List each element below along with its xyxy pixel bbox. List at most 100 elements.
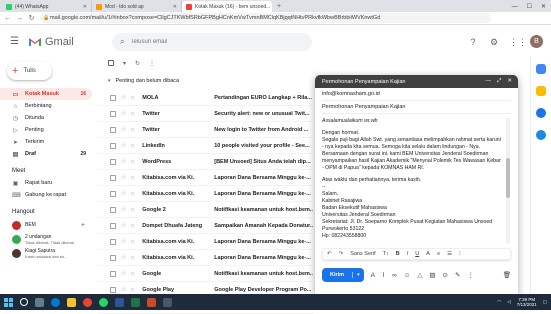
more-options-icon[interactable]: ⋮ (149, 60, 155, 67)
lock-icon[interactable]: ⊙ (443, 271, 448, 279)
maximize-icon[interactable]: ☐ (527, 3, 532, 10)
drive-icon[interactable]: △ (417, 271, 422, 279)
important-marker-icon[interactable]: ▷ (131, 191, 135, 197)
main-menu-icon[interactable]: ☰ (10, 37, 20, 47)
subject-field[interactable]: Permohonan Penyampaian Kajian (322, 101, 511, 114)
underline-icon[interactable]: U (415, 251, 419, 257)
compose-header[interactable]: Permohonan Penyampaian Kajian — ⤢ ✕ (315, 75, 518, 88)
email-row[interactable]: ☆ ▷ Twitter Security alert: new or unusual … (98, 106, 313, 122)
bulleted-list-icon[interactable]: ⁝ (459, 251, 461, 257)
important-marker-icon[interactable]: ▷ (131, 287, 135, 293)
font-select[interactable]: Sans Serif (350, 251, 375, 257)
link-icon[interactable]: ∞ (392, 272, 397, 279)
close-tab-icon[interactable]: ✕ (83, 4, 87, 10)
address-bar[interactable]: 🔒 mail.google.com/mail/u/1/#inbox?compos… (40, 13, 491, 23)
numbered-list-icon[interactable]: ☰ (447, 251, 452, 257)
wifi-icon[interactable]: ◠ (497, 299, 501, 305)
powerpoint-icon[interactable] (147, 297, 156, 307)
meet-new-meeting[interactable]: ▣ Rapat baru (0, 177, 92, 189)
gmail-logo[interactable]: Gmail (28, 36, 74, 48)
file-explorer-icon[interactable] (67, 297, 76, 307)
message-body[interactable]: Assalamualaikum wr.wb Dengan hormat. Segal… (322, 118, 511, 246)
browser-tab-whatsapp[interactable]: (44) WhatsApp ✕ (2, 1, 92, 12)
chrome-icon[interactable] (83, 297, 92, 307)
back-icon[interactable]: ← (4, 15, 11, 22)
minimize-icon[interactable]: — (512, 4, 518, 10)
row-checkbox[interactable] (110, 222, 116, 229)
sidebar-item-inbox[interactable]: ▭ Kotak Masuk 16 (0, 88, 92, 100)
task-view-icon[interactable] (35, 297, 44, 307)
row-checkbox[interactable] (110, 238, 116, 245)
row-checkbox[interactable] (110, 206, 116, 213)
star-icon[interactable]: ☆ (121, 238, 126, 245)
star-icon[interactable]: ☆ (121, 158, 126, 165)
windows-start-icon[interactable] (4, 297, 13, 307)
store-icon[interactable] (163, 297, 172, 307)
close-tab-icon[interactable]: ✕ (173, 4, 177, 10)
calendar-icon[interactable] (536, 64, 546, 74)
email-row[interactable]: ☆ ▷ Google Notifikasi keamanan untuk host.b… (98, 266, 313, 282)
star-icon[interactable]: ☆ (121, 286, 126, 293)
search-icon[interactable]: ⌕ (120, 37, 124, 47)
bold-icon[interactable]: B (396, 251, 400, 257)
text-color-icon[interactable]: A (426, 251, 430, 257)
star-icon[interactable]: ☆ (121, 190, 126, 197)
row-checkbox[interactable] (110, 190, 116, 197)
reload-icon[interactable]: ↻ (28, 14, 35, 22)
keep-icon[interactable] (536, 86, 546, 96)
hangout-invites[interactable]: 2 undangan Tidak dikenal, Tidak dikenal (0, 232, 95, 246)
edge-icon[interactable] (51, 297, 60, 307)
sidebar-item-important[interactable]: ▷ Penting (0, 124, 92, 136)
star-icon[interactable]: ☆ (121, 270, 126, 277)
row-checkbox[interactable] (110, 286, 116, 293)
select-all-checkbox[interactable] (108, 60, 114, 66)
star-icon[interactable]: ☆ (121, 126, 126, 133)
email-row[interactable]: ☆ ▷ LinkedIn 10 people visited your profile… (98, 138, 313, 154)
avatar[interactable]: B (530, 35, 543, 48)
sidebar-item-drafts[interactable]: ▤ Draf 29 (0, 148, 92, 160)
browser-tab-mod[interactable]: Mod - tdo sold ap ✕ (92, 1, 182, 12)
email-row[interactable]: ☆ ▷ Google 2 Notifikasi keamanan untuk host… (98, 202, 313, 218)
add-contact-icon[interactable]: + (81, 222, 95, 229)
star-icon[interactable]: ☆ (121, 142, 126, 149)
text-format-icon[interactable]: A (371, 272, 375, 279)
emoji-icon[interactable]: ☺ (404, 272, 411, 279)
undo-icon[interactable]: ↶ (327, 251, 332, 257)
important-marker-icon[interactable]: ▷ (131, 159, 135, 165)
email-row[interactable]: ☆ ▷ MOLA Pertandingan EURO Langkap + Rila..… (98, 90, 313, 106)
important-marker-icon[interactable]: ▷ (131, 271, 135, 277)
row-checkbox[interactable] (110, 126, 116, 133)
contacts-icon[interactable] (536, 130, 546, 140)
close-window-icon[interactable]: ✕ (541, 3, 546, 10)
email-row[interactable]: ☆ ▷ Twitter New login to Twitter from Andro… (98, 122, 313, 138)
sidebar-item-sent[interactable]: ➤ Terkirim (0, 136, 92, 148)
expand-icon[interactable]: ⤢ (497, 78, 501, 85)
photo-icon[interactable]: ▨ (429, 271, 435, 279)
star-icon[interactable]: ☆ (121, 174, 126, 181)
important-marker-icon[interactable]: ▷ (131, 95, 135, 101)
email-row[interactable]: ☆ ▷ Dompet Dhuafa Jateng Sampaikan Amanah K… (98, 218, 313, 234)
important-marker-icon[interactable]: ▷ (131, 143, 135, 149)
send-button[interactable]: Kirim ▾ (322, 268, 364, 282)
to-field[interactable]: info@komnasham.go.id (322, 88, 511, 101)
row-checkbox[interactable] (110, 110, 116, 117)
apps-grid-icon[interactable]: ⋮⋮ (509, 36, 527, 48)
email-row[interactable]: ☆ ▷ Kitabisa.com via Ki. Laporan Dana Bersa… (98, 170, 313, 186)
search-bar[interactable]: ⌕ (112, 33, 312, 51)
word-icon[interactable] (115, 297, 124, 307)
star-icon[interactable]: ☆ (121, 222, 126, 229)
important-marker-icon[interactable]: ▷ (131, 127, 135, 133)
important-marker-icon[interactable]: ▷ (131, 255, 135, 261)
star-icon[interactable]: ☆ (121, 94, 126, 101)
tasks-icon[interactable] (536, 108, 546, 118)
select-dropdown-icon[interactable]: ▾ (123, 60, 126, 67)
important-marker-icon[interactable]: ▷ (131, 223, 135, 229)
trash-icon[interactable]: 🗑 (503, 271, 511, 279)
hangout-user[interactable]: BEM + (0, 218, 95, 232)
refresh-icon[interactable]: ↻ (135, 60, 140, 67)
meet-join-meeting[interactable]: ⌨ Gabung ke rapat (0, 189, 92, 201)
row-checkbox[interactable] (110, 174, 116, 181)
row-checkbox[interactable] (110, 142, 116, 149)
sidebar-item-snoozed[interactable]: ◷ Ditunda (0, 112, 92, 124)
signature-icon[interactable]: ✎ (455, 271, 460, 279)
